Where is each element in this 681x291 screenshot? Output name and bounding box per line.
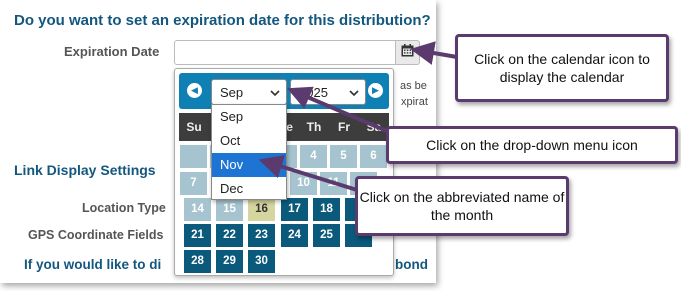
callout-dropdown-icon: Click on the drop-down menu icon xyxy=(386,126,678,164)
callout-calendar-icon: Click on the calendar icon to display th… xyxy=(455,34,669,102)
calendar-callout-arrow xyxy=(410,41,458,65)
callout-month-name: Click on the abbreviated name of the mon… xyxy=(355,176,569,236)
screenshot-frame: Do you want to set an expiration date fo… xyxy=(0,0,681,291)
dropdown-callout-arrow xyxy=(286,86,390,134)
month-callout-arrow xyxy=(258,155,358,192)
